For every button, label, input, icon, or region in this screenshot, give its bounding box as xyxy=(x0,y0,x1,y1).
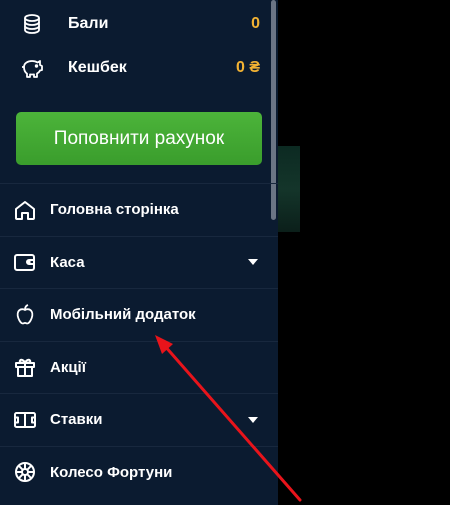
menu-item-mobile-app[interactable]: Мобільний додаток xyxy=(0,288,278,341)
menu-item-fortune-wheel[interactable]: Колесо Фортуни xyxy=(0,445,278,499)
wallet-icon xyxy=(12,249,38,275)
home-icon xyxy=(12,197,38,223)
menu-item-label: Ставки xyxy=(50,411,103,429)
menu-item-promotions[interactable]: Акції xyxy=(0,340,278,394)
balance-row-points: Бали 0 xyxy=(0,2,270,46)
menu-item-cashier[interactable]: Каса xyxy=(0,235,278,289)
topup-account-button[interactable]: Поповнити рахунок xyxy=(16,112,262,165)
balance-value: 0 ₴ xyxy=(235,59,260,76)
coins-icon xyxy=(20,12,44,36)
balance-value: 0 xyxy=(251,15,260,32)
menu-item-label: Колесо Фортуни xyxy=(50,463,173,481)
menu-item-bets[interactable]: Ставки xyxy=(0,393,278,446)
balance-label: Кешбек xyxy=(68,59,127,76)
gift-icon xyxy=(12,354,38,380)
background-content-sliver xyxy=(278,146,300,232)
balance-label: Бали xyxy=(68,15,109,32)
chevron-down-icon[interactable] xyxy=(248,259,258,266)
menu-item-label: Головна сторінка xyxy=(50,201,179,219)
piggy-bank-icon xyxy=(20,56,44,80)
wheel-icon xyxy=(12,459,38,485)
chevron-down-icon[interactable] xyxy=(248,416,258,423)
drawer-menu: Головна сторінка Каса Мобільний додаток xyxy=(0,183,278,498)
menu-item-label: Мобільний додаток xyxy=(50,306,196,324)
side-drawer: Бали 0 Кешбек 0 ₴ Поповнити рахунок Голо… xyxy=(0,0,278,505)
menu-item-label: Каса xyxy=(50,253,85,271)
balance-row-cashback: Кешбек 0 ₴ xyxy=(0,46,270,90)
ticket-icon xyxy=(12,407,38,433)
menu-item-label: Акції xyxy=(50,358,86,376)
apple-icon xyxy=(12,302,38,328)
menu-item-home[interactable]: Головна сторінка xyxy=(0,183,278,236)
